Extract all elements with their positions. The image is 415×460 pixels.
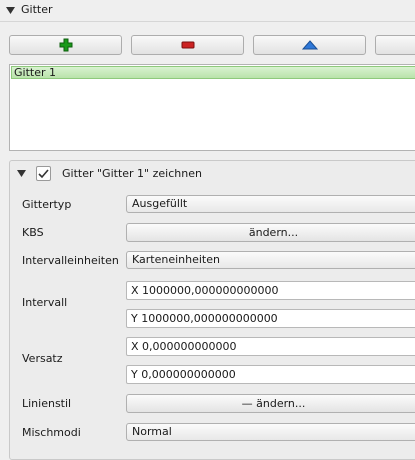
list-item[interactable]: Gitter 1 bbox=[11, 66, 415, 79]
grid-type-combobox[interactable]: Ausgefüllt bbox=[126, 195, 415, 213]
draw-grid-checkbox[interactable] bbox=[36, 166, 51, 181]
remove-grid-button[interactable] bbox=[131, 35, 244, 55]
arrow-up-icon bbox=[301, 40, 318, 50]
interval-label: Intervall bbox=[22, 296, 68, 309]
interval-units-label: Intervalleinheiten bbox=[22, 254, 119, 267]
draw-grid-title: Gitter "Gitter 1" zeichnen bbox=[62, 167, 202, 180]
collapse-triangle-icon bbox=[6, 7, 15, 14]
minus-icon bbox=[181, 41, 194, 49]
blend-mode-combobox[interactable]: Normal bbox=[126, 423, 415, 441]
plus-icon bbox=[59, 38, 72, 52]
add-grid-button[interactable] bbox=[9, 35, 122, 55]
change-crs-button[interactable]: ändern... bbox=[126, 223, 415, 242]
line-style-button[interactable]: — ändern... bbox=[126, 394, 415, 413]
section-header-gitter[interactable]: Gitter bbox=[0, 0, 415, 22]
line-style-label: Linienstil bbox=[22, 397, 72, 410]
blend-mode-label: Mischmodi bbox=[22, 426, 81, 439]
interval-units-value: Karteneinheiten bbox=[132, 253, 220, 266]
move-down-button[interactable] bbox=[375, 35, 415, 55]
section-title: Gitter bbox=[21, 3, 53, 16]
interval-units-combobox[interactable]: Karteneinheiten bbox=[126, 251, 415, 269]
interval-y-input[interactable] bbox=[126, 309, 415, 328]
section-divider bbox=[0, 21, 415, 22]
change-crs-label: ändern... bbox=[248, 226, 299, 239]
grid-type-label: Gittertyp bbox=[22, 198, 72, 211]
collapse-triangle-icon[interactable] bbox=[17, 170, 26, 177]
grid-list[interactable]: Gitter 1 bbox=[9, 64, 415, 151]
interval-x-input[interactable] bbox=[126, 281, 415, 300]
move-up-button[interactable] bbox=[253, 35, 366, 55]
offset-label: Versatz bbox=[22, 352, 63, 365]
line-style-button-label: — ändern... bbox=[241, 397, 306, 410]
crs-label: KBS bbox=[22, 226, 44, 239]
grid-type-value: Ausgefüllt bbox=[132, 197, 188, 210]
checkmark-icon bbox=[38, 168, 49, 178]
blend-mode-value: Normal bbox=[132, 425, 172, 438]
offset-y-input[interactable] bbox=[126, 365, 415, 384]
offset-x-input[interactable] bbox=[126, 337, 415, 356]
